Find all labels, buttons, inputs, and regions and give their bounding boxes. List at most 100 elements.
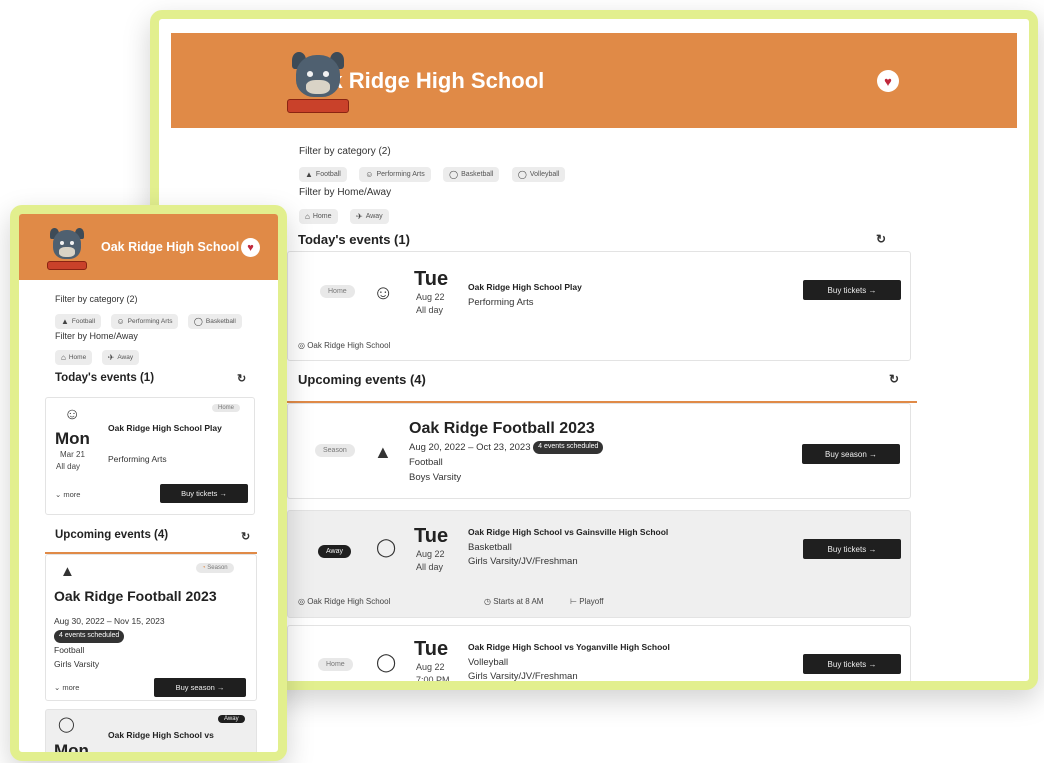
homeaway-chips: ⌂ Home ✈ Away: [299, 206, 397, 224]
refresh-icon[interactable]: ↻: [237, 372, 246, 385]
home-tag: Home: [320, 285, 355, 298]
basketball-icon: ◯: [376, 537, 397, 557]
site-title: Oak Ridge High School: [101, 240, 240, 254]
today-events-title: Today's events (1): [298, 232, 410, 247]
theater-masks-icon: ☺: [64, 406, 81, 423]
buy-tickets-button[interactable]: Buy tickets →: [803, 539, 901, 559]
next-event-card[interactable]: ◯ Away Oak Ridge High School vs Mon: [45, 709, 257, 760]
chip-basketball[interactable]: ◯ Basketball: [187, 314, 242, 329]
buy-tickets-button[interactable]: Buy tickets →: [803, 280, 901, 300]
season-tag: ◔ Season: [196, 563, 234, 573]
category-chips: ▲ Football ☺ Performing Arts ◯ Basketball: [55, 311, 242, 329]
chip-home[interactable]: ⌂ Home: [299, 209, 338, 224]
location-pin-icon: ◎: [298, 597, 308, 606]
theater-masks-icon: ☺: [365, 170, 374, 179]
chip-performing-arts[interactable]: ☺ Performing Arts: [110, 314, 179, 329]
theater-masks-icon: ☺: [373, 282, 394, 304]
refresh-icon[interactable]: ↻: [889, 372, 899, 386]
buy-tickets-button[interactable]: Buy tickets →: [803, 654, 901, 674]
refresh-icon[interactable]: ↻: [241, 530, 250, 543]
event-category: Performing Arts: [468, 297, 534, 308]
buy-tickets-button[interactable]: Buy tickets →: [160, 484, 248, 503]
upcoming-events-title: Upcoming events (4): [298, 372, 426, 387]
season-team: Boys Varsity: [409, 472, 462, 483]
refresh-icon[interactable]: ↻: [876, 232, 886, 246]
upcoming-events-title: Upcoming events (4): [55, 529, 169, 541]
event-date: Aug 22: [416, 662, 445, 672]
buy-season-button[interactable]: Buy season →: [802, 444, 900, 464]
event-date: Mar 21: [60, 450, 85, 459]
plane-icon: ✈: [107, 353, 115, 362]
event-time: All day: [416, 305, 444, 315]
heart-icon[interactable]: ♥: [877, 70, 899, 92]
season-title[interactable]: Oak Ridge Football 2023: [54, 588, 217, 604]
heart-icon[interactable]: ♥: [241, 238, 260, 257]
football-helmet-icon: ▲: [374, 442, 392, 462]
away-event-card[interactable]: Away ◯ Tue Aug 22 All day Oak Ridge High…: [287, 510, 911, 618]
chip-performing-arts[interactable]: ☺ Performing Arts: [359, 167, 431, 182]
event-location: ◎ Oak Ridge High School: [298, 597, 391, 606]
event-time: All day: [56, 462, 81, 471]
season-tag: Season: [315, 444, 355, 457]
home-icon: ⌂: [61, 353, 66, 362]
home-icon: ⌂: [305, 212, 310, 221]
basketball-icon: ◯: [449, 170, 459, 179]
season-category: Football: [54, 645, 85, 655]
events-scheduled-line: 4 events scheduled: [54, 630, 125, 644]
chip-volleyball[interactable]: ◯ Volleyball: [511, 167, 566, 182]
event-date: Aug 22: [416, 549, 445, 559]
clock-icon: ◷: [484, 597, 494, 606]
volleyball-icon: ◯: [376, 652, 397, 672]
football-helmet-icon: ▲: [60, 563, 75, 580]
football-helmet-icon: ▲: [61, 317, 69, 326]
event-start: ◷ Starts at 8 AM: [484, 597, 544, 606]
theater-masks-icon: ☺: [116, 317, 125, 326]
season-category: Football: [409, 457, 443, 468]
event-day: Mon: [55, 429, 90, 448]
more-toggle[interactable]: ⌄ more: [55, 490, 80, 500]
event-day: Mon: [54, 741, 89, 760]
event-time: All day: [416, 562, 444, 572]
chip-away[interactable]: ✈ Away: [349, 209, 389, 224]
season-title[interactable]: Oak Ridge Football 2023: [409, 420, 595, 438]
more-toggle[interactable]: ⌄ more: [54, 683, 79, 693]
event-day: Tue: [414, 268, 449, 290]
homeaway-chips: ⌂ Home ✈ Away: [55, 347, 147, 365]
event-title[interactable]: Oak Ridge High School Play: [468, 282, 582, 292]
today-events-title: Today's events (1): [55, 372, 155, 384]
chip-away[interactable]: ✈ Away: [101, 350, 140, 365]
home-tag: Home: [318, 658, 353, 671]
away-tag: Away: [218, 715, 245, 723]
event-time: 7:00 PM: [416, 675, 450, 685]
mobile-preview: Oak Ridge High School ♥ Filter by catego…: [10, 205, 287, 761]
events-scheduled-badge: 4 events scheduled: [54, 630, 125, 643]
home-event-card[interactable]: Home ◯ Tue Aug 22 7:00 PM Oak Ridge High…: [287, 625, 911, 685]
mascot-logo: [287, 52, 349, 116]
event-category: Basketball: [468, 542, 512, 553]
season-event-card[interactable]: Season ▲ Oak Ridge Football 2023 Aug 20,…: [287, 403, 911, 499]
plane-icon: ✈: [355, 212, 363, 221]
chip-football[interactable]: ▲ Football: [55, 314, 102, 329]
event-title[interactable]: Oak Ridge High School vs Gainsville High…: [468, 527, 668, 537]
away-tag: Away: [318, 545, 351, 558]
chip-home[interactable]: ⌂ Home: [55, 350, 93, 365]
basketball-icon: ◯: [58, 716, 75, 733]
football-helmet-icon: ▲: [305, 170, 313, 179]
filter-category-label: Filter by category (2): [299, 146, 391, 157]
season-team: Girls Varsity: [54, 659, 100, 669]
chip-basketball[interactable]: ◯ Basketball: [443, 167, 500, 182]
event-category: Volleyball: [468, 657, 509, 668]
basketball-icon: ◯: [193, 317, 203, 326]
event-title[interactable]: Oak Ridge High School vs: [108, 730, 214, 740]
event-title[interactable]: Oak Ridge High School Play: [108, 423, 226, 434]
event-day: Tue: [414, 638, 449, 660]
event-playoff: ⊢ Playoff: [570, 597, 604, 606]
filter-homeaway-label: Filter by Home/Away: [55, 331, 138, 341]
chip-football[interactable]: ▲ Football: [299, 167, 347, 182]
buy-season-button[interactable]: Buy season →: [154, 678, 246, 697]
today-event-card[interactable]: Home ☺ Tue Aug 22 All day Oak Ridge High…: [287, 251, 911, 361]
season-event-card[interactable]: ▲ ◔ Season Oak Ridge Football 2023 Aug 3…: [45, 554, 257, 701]
today-event-card[interactable]: Home ☺ Mon Mar 21 All day Oak Ridge High…: [45, 397, 255, 515]
event-title[interactable]: Oak Ridge High School vs Yoganville High…: [468, 642, 670, 652]
home-tag: Home: [212, 404, 241, 412]
